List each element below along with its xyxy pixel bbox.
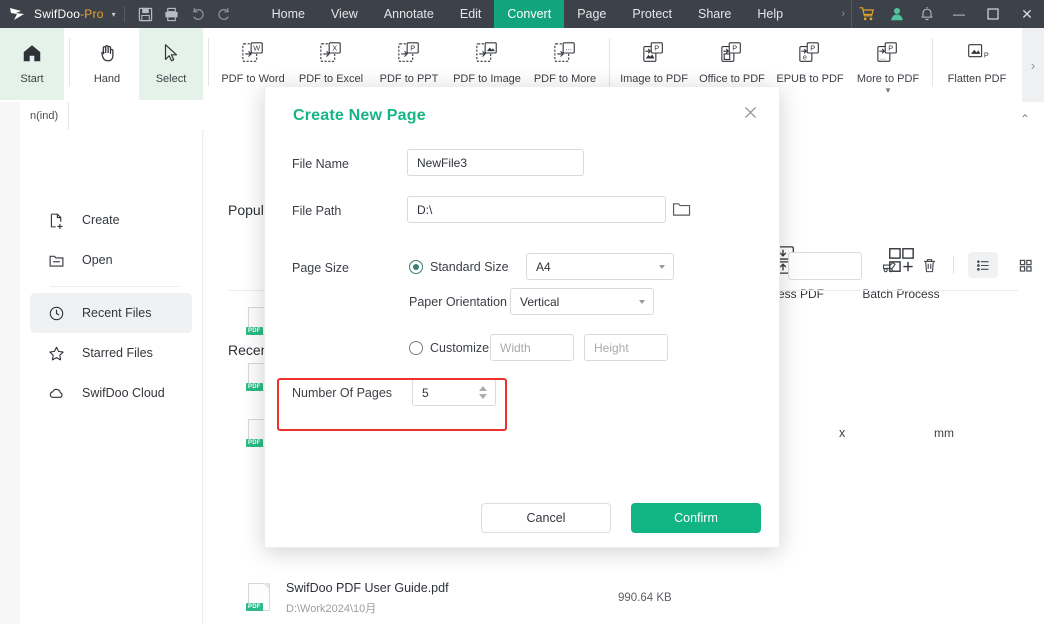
- confirm-button[interactable]: Confirm: [631, 503, 761, 533]
- standard-size-radio[interactable]: [409, 260, 423, 274]
- chevron-down-icon: [639, 299, 645, 304]
- paper-orientation-select[interactable]: Vertical: [510, 288, 654, 315]
- modal-scrim: Create New Page File Name NewFile3 File …: [0, 0, 1044, 624]
- paper-orientation-value: Vertical: [520, 294, 560, 309]
- paper-orientation-label: Paper Orientation: [409, 295, 507, 309]
- customize-radio[interactable]: [409, 341, 423, 355]
- standard-size-value: A4: [536, 259, 551, 274]
- customize-label: Customize: [430, 341, 490, 355]
- cancel-button[interactable]: Cancel: [481, 503, 611, 533]
- standard-size-label: Standard Size: [430, 260, 509, 274]
- annotation-highlight-box: [277, 378, 507, 431]
- folder-icon[interactable]: [672, 200, 692, 218]
- custom-width-input[interactable]: Width: [490, 334, 574, 361]
- close-icon[interactable]: [737, 99, 763, 125]
- file-path-label: File Path: [292, 204, 342, 218]
- multiply-symbol: x: [839, 426, 846, 440]
- chevron-down-icon: [659, 264, 665, 269]
- create-new-page-dialog: Create New Page File Name NewFile3 File …: [264, 86, 954, 548]
- unit-label: mm: [934, 426, 954, 440]
- swifdoo-pro-window: SwifDoo-Pro ▾ Home View Annotate Edit Co…: [0, 0, 1044, 624]
- custom-height-input[interactable]: Height: [584, 334, 668, 361]
- file-name-input[interactable]: NewFile3: [407, 149, 584, 176]
- dialog-title: Create New Page: [293, 107, 426, 124]
- file-name-label: File Name: [292, 157, 349, 171]
- page-size-label: Page Size: [292, 261, 349, 275]
- standard-size-select[interactable]: A4: [526, 253, 674, 280]
- file-path-input[interactable]: D:\: [407, 196, 666, 223]
